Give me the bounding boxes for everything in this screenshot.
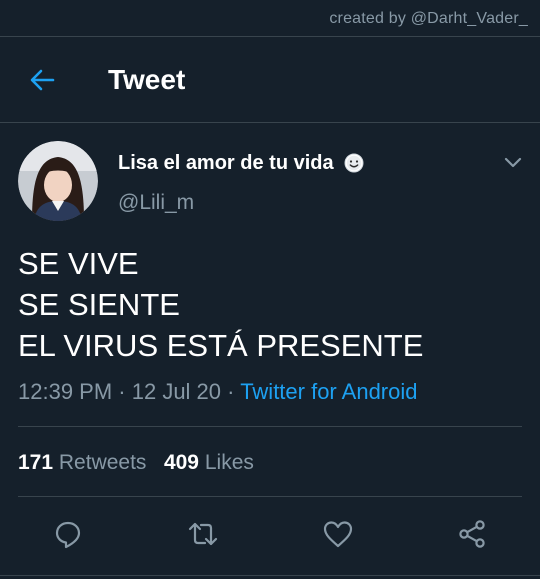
retweets-stat[interactable]: 171 Retweets <box>18 451 146 474</box>
like-button[interactable] <box>322 518 354 550</box>
arrow-left-icon <box>30 69 55 91</box>
likes-label: Likes <box>204 451 254 474</box>
tweet-line: EL VIRUS ESTÁ PRESENTE <box>18 328 424 363</box>
reply-button[interactable] <box>52 518 84 550</box>
tweet-text: SE VIVE SE SIENTE EL VIRUS ESTÁ PRESENTE <box>18 243 423 366</box>
author-handle[interactable]: @Lili_m <box>118 190 194 216</box>
tweet-header: Tweet <box>0 37 540 122</box>
retweet-button[interactable] <box>187 518 219 550</box>
watermark: created by @Darht_Vader_ <box>329 10 528 27</box>
tweet-meta: 12:39 PM · 12 Jul 20 · Twitter for Andro… <box>18 378 418 406</box>
meta-separator: · <box>112 379 132 404</box>
page-title: Tweet <box>108 64 186 95</box>
meta-separator: · <box>221 379 241 404</box>
bottom-divider <box>0 575 540 576</box>
chevron-down-icon <box>504 157 522 168</box>
reply-icon <box>55 521 81 549</box>
tweet-time: 12:39 PM <box>18 379 113 404</box>
header-divider <box>0 122 540 123</box>
meta-divider <box>18 426 522 427</box>
avatar[interactable] <box>18 141 98 221</box>
retweets-count: 171 <box>18 451 54 474</box>
stats-divider <box>18 496 522 497</box>
avatar-image <box>18 141 98 221</box>
retweets-label: Retweets <box>58 451 147 474</box>
retweet-icon <box>188 522 218 546</box>
tweet-source-link[interactable]: Twitter for Android <box>240 379 417 404</box>
tweet-menu-button[interactable] <box>502 151 524 173</box>
tweet-stats: 171 Retweets 409 Likes <box>18 449 254 477</box>
author-display-name: Lisa el amor de tu vida <box>118 152 334 174</box>
author-name-row[interactable]: Lisa el amor de tu vida <box>118 150 364 176</box>
tweet-line: SE VIVE <box>18 246 139 281</box>
back-button[interactable] <box>28 66 56 94</box>
smiling-face-icon <box>344 153 364 173</box>
tweet-date: 12 Jul 20 <box>131 379 222 404</box>
share-icon <box>459 520 485 548</box>
likes-count: 409 <box>163 451 199 474</box>
tweet-line: SE SIENTE <box>18 287 180 322</box>
heart-icon <box>323 521 353 548</box>
likes-stat[interactable]: 409 Likes <box>164 451 254 474</box>
share-button[interactable] <box>456 518 488 550</box>
